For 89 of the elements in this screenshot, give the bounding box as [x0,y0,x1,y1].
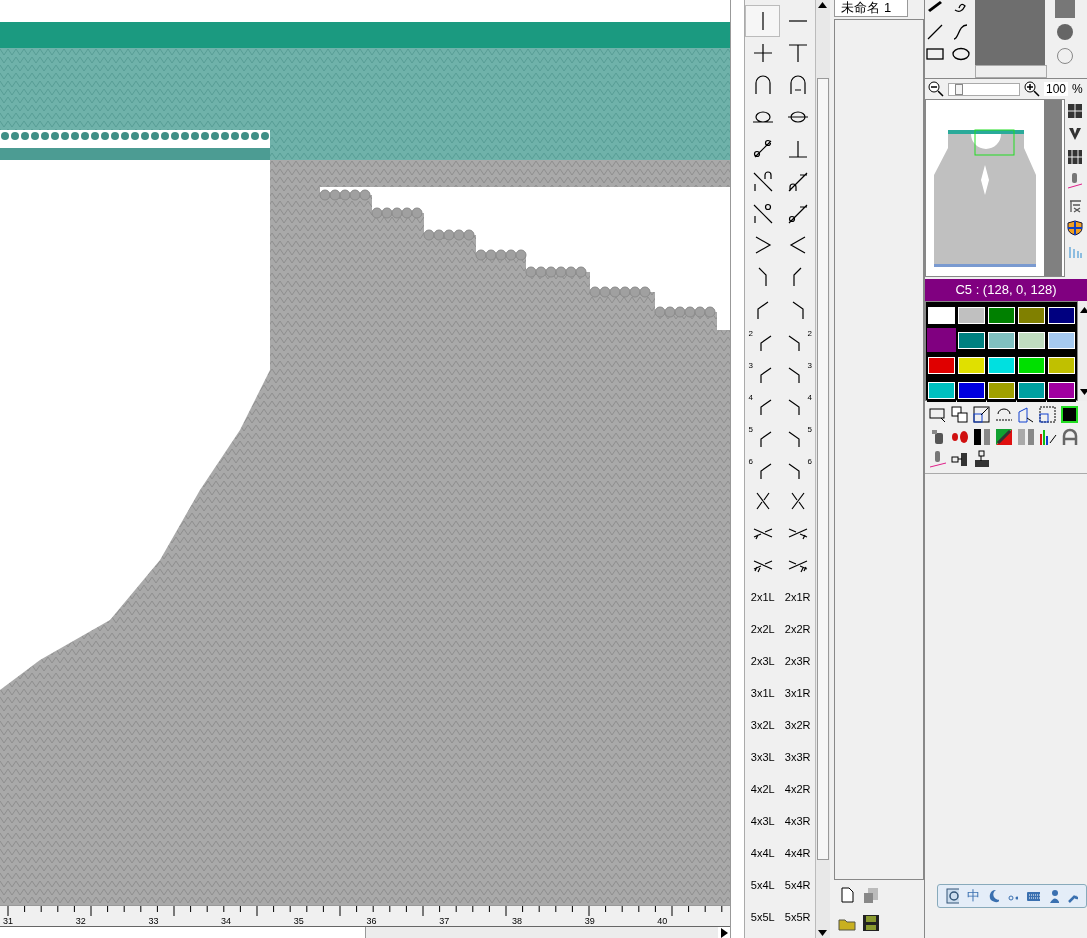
needle-icon[interactable] [929,450,947,468]
ruler-label: 38 [511,916,523,926]
zoom-unit: % [1072,82,1083,96]
symbol-button[interactable]: 4 [745,389,781,421]
down-arrow-icon[interactable] [816,928,830,938]
stitch-symbol-icon [793,267,803,287]
symbol-scrollbar[interactable] [815,0,831,938]
color-swatch[interactable] [927,328,956,352]
symbol-button[interactable]: 2x1R [780,581,816,613]
symbol-button[interactable]: 2x3L [745,645,781,677]
stitch-symbol-icon [757,267,768,287]
symbol-button[interactable]: 2x1L [745,581,781,613]
ruler-label: 31 [3,916,14,926]
degree-icon[interactable] [1067,197,1083,213]
horizontal-scrollbar[interactable] [0,926,730,938]
symbol-button[interactable]: 4x4R [780,837,816,869]
ruler-label: 40 [657,916,669,926]
document-tab[interactable]: 未命名 1 [834,0,909,17]
symbol-button[interactable]: 6 [780,453,816,485]
stitch-symbol-icon [761,12,764,30]
symbol-button[interactable]: 3x2L [745,709,781,741]
symbol-button[interactable]: 5x4L [745,869,781,901]
symbol-button[interactable]: 3x3L [745,741,781,773]
ruler-label: 32 [75,916,87,926]
symbol-button[interactable]: 3x3R [780,741,816,773]
zoom-in-icon[interactable] [1024,81,1040,97]
symbol-button[interactable]: 3x1R [780,677,816,709]
symbol-button[interactable]: 3x2R [780,709,816,741]
symbol-button[interactable]: 4x3R [780,805,816,837]
symbol-button[interactable]: 4x2R [780,773,816,805]
slider-thumb[interactable] [955,83,963,95]
user-icon[interactable] [1047,889,1059,903]
symbol-button[interactable]: 5x4R [780,869,816,901]
stitch-preview [975,0,1045,65]
zoom-field[interactable]: 100 [1044,82,1069,96]
palette-title: C5 : (128, 0, 128) [925,279,1087,301]
vertical-scrollbar[interactable] [731,0,746,938]
line-icon[interactable] [925,22,945,42]
symbol-button[interactable]: 3x1L [745,677,781,709]
symbol-button[interactable]: 5 [780,421,816,453]
copy-file-icon[interactable] [862,886,881,904]
split-icon[interactable] [973,428,991,446]
zoom-out-icon[interactable] [928,81,944,97]
symbol-button[interactable]: 6 [745,453,781,485]
grid-icon[interactable] [1067,149,1083,165]
symbol-button[interactable]: 5x5L [745,901,781,933]
shield-icon[interactable] [1067,220,1083,236]
symbol-button[interactable]: 4x3L [745,805,781,837]
select-icon[interactable] [929,406,947,424]
up-arrow-icon[interactable] [816,0,830,10]
circle-icon[interactable] [1055,46,1075,66]
moon-icon[interactable] [987,889,999,903]
symbol-button[interactable]: 2x2L [745,613,781,645]
symbol-button[interactable]: 4x2L [745,773,781,805]
ruler-label: 35 [293,916,305,926]
symbol-button[interactable]: 2 [745,325,781,357]
symbol-button[interactable]: 4x4L [745,837,781,869]
new-file-icon[interactable] [838,886,857,904]
color-fill-icon[interactable] [1061,406,1079,424]
filled-circle-icon[interactable] [1055,22,1075,42]
ruler-label: 36 [366,916,378,926]
symbol-button[interactable]: 2x3R [780,645,816,677]
symbol-button[interactable]: 2 [780,325,816,357]
stitch-icon[interactable] [1067,126,1083,142]
arch-icon[interactable] [1061,428,1079,446]
preview-scrollbar[interactable] [975,65,1047,78]
symbol-button[interactable]: 2x2R [780,613,816,645]
diagonal-fill-icon[interactable] [995,428,1013,446]
symbol-button[interactable]: 3 [745,357,781,389]
keyboard-icon[interactable] [1025,889,1040,903]
symbol-button[interactable]: 3 [780,357,816,389]
right-arrow-icon[interactable] [718,927,730,938]
input-mode-toggle[interactable]: 中 [966,887,980,905]
search-icon[interactable] [946,888,959,904]
grid-icon[interactable] [1067,103,1083,119]
ruler-label: 33 [148,916,160,926]
zoom-slider[interactable] [948,82,1020,96]
save-icon[interactable] [862,914,881,932]
symbol-button[interactable]: 5x5R [780,901,816,933]
resize-icon[interactable] [973,406,991,424]
ruler-label: 39 [584,916,596,926]
symbol-button[interactable]: 5 [745,421,781,453]
overview-scrollbar[interactable] [1044,100,1062,276]
copy-icon[interactable] [951,406,969,424]
ruler-label: 34 [221,916,233,926]
needle-icon[interactable] [1067,172,1083,190]
chart-percent-icon[interactable] [1039,428,1057,446]
ruler-label: 37 [439,916,451,926]
symbol-button[interactable]: 4 [780,389,816,421]
